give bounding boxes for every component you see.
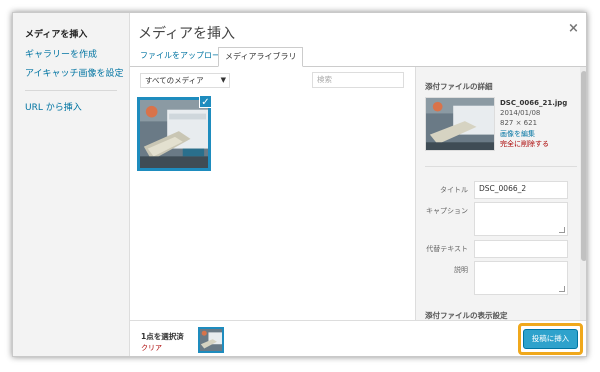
media-dialog: メディアを挿入 ギャラリーを作成 アイキャッチ画像を設定 URL から挿入 メデ… [12,12,587,357]
attachment-thumbnail[interactable] [137,97,211,171]
scrollbar-thumb[interactable] [581,71,586,261]
selection-count: 1点を選択済 [141,332,184,341]
sidebar-item-insert-media[interactable]: メディアを挿入 [25,27,87,40]
close-icon[interactable]: × [568,21,579,36]
details-thumbnail [425,97,495,151]
description-label: 説明 [454,266,468,274]
details-photo [426,98,494,150]
router-tabs: ファイルをアップロード メディアライブラリ [130,45,586,67]
selected-check-icon[interactable]: ✓ [199,95,212,108]
media-filter-value: すべてのメディア [145,76,204,85]
caption-label: キャプション [426,207,468,215]
details-dimensions: 827 × 621 [500,119,538,127]
attachment-photo [140,100,208,168]
tab-media-library[interactable]: メディアライブラリ [218,47,304,67]
display-settings-heading: 添付ファイルの表示設定 [425,311,508,320]
media-filter-select[interactable]: すべてのメディア ▼ [140,73,230,88]
description-field[interactable] [474,261,568,295]
sidebar-item-create-gallery[interactable]: ギャラリーを作成 [25,47,97,60]
insert-into-post-button[interactable]: 投稿に挿入 [523,329,578,349]
chevron-down-icon: ▼ [220,76,226,84]
details-date: 2014/01/08 [500,109,541,117]
dialog-title: メディアを挿入 [138,26,236,42]
delete-permanently-link[interactable]: 完全に削除する [500,139,549,149]
search-input[interactable]: 検索 [312,72,404,88]
edit-image-link[interactable]: 画像を編集 [500,129,535,139]
sidebar-divider [25,90,117,91]
selection-photo [200,329,222,351]
details-heading: 添付ファイルの詳細 [425,82,493,91]
details-scrollbar[interactable] [580,67,586,320]
title-field[interactable]: DSC_0066_2 [474,181,568,199]
alt-text-label: 代替テキスト [426,245,468,253]
media-sidebar: メディアを挿入 ギャラリーを作成 アイキャッチ画像を設定 URL から挿入 [13,13,130,356]
title-label: タイトル [440,186,468,194]
alt-text-field[interactable] [474,240,568,258]
clear-selection-link[interactable]: クリア [141,343,162,353]
details-filename: DSC_0066_21.jpg [500,99,568,107]
details-divider [425,166,577,167]
selection-thumbnail[interactable] [198,327,224,353]
attachment-details-panel: 添付ファイルの詳細 DSC_0066_21.jpg 2014/01/08 827… [415,67,586,320]
caption-field[interactable] [474,202,568,236]
sidebar-item-insert-from-url[interactable]: URL から挿入 [25,100,82,113]
sidebar-item-featured-image[interactable]: アイキャッチ画像を設定 [25,66,124,79]
